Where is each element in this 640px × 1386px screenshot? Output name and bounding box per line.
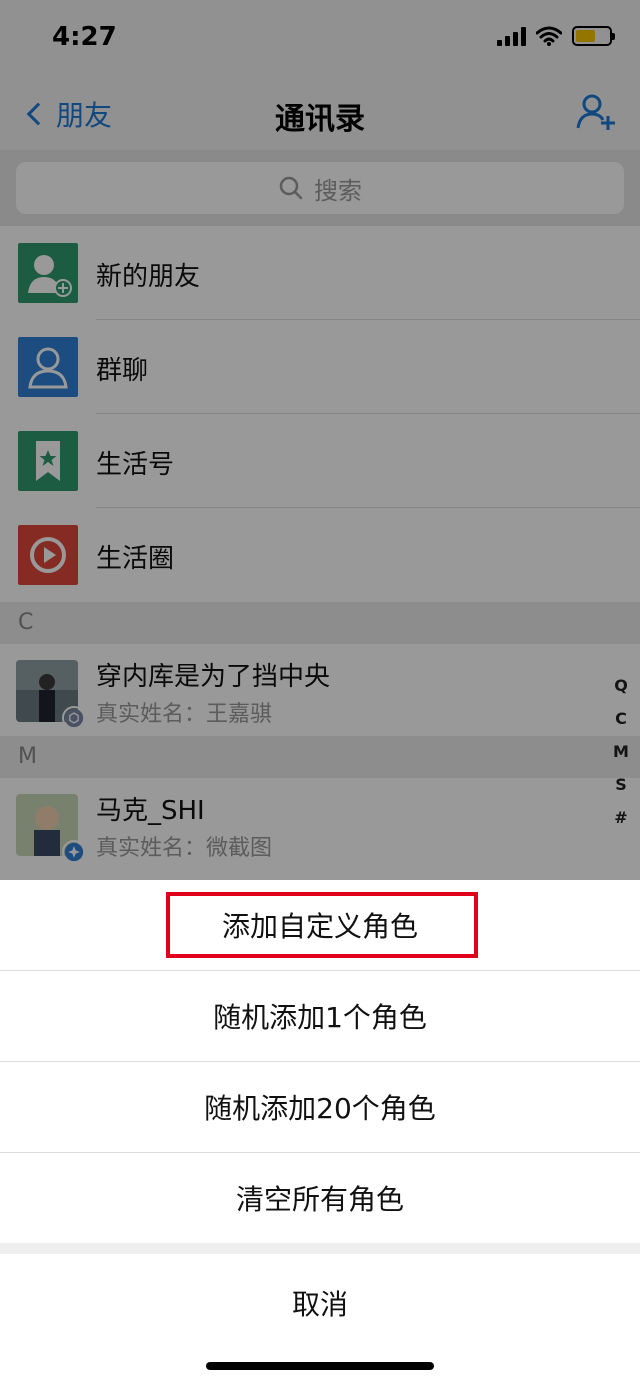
modal-backdrop[interactable] (0, 0, 640, 880)
home-indicator (206, 1362, 434, 1370)
random-add-one-button[interactable]: 随机添加1个角色 (0, 971, 640, 1061)
contacts-screen: 4:27 朋友 通讯录 搜索 新的朋友 群聊 生活号 生活圈 C 穿内库是为了挡… (0, 0, 640, 1386)
clear-all-roles-button[interactable]: 清空所有角色 (0, 1153, 640, 1243)
option-label: 随机添加20个角色 (204, 1092, 436, 1125)
highlight-box (166, 892, 478, 958)
random-add-twenty-button[interactable]: 随机添加20个角色 (0, 1062, 640, 1152)
cancel-label: 取消 (291, 1288, 348, 1321)
add-custom-role-button[interactable]: 添加自定义角色 (0, 880, 640, 970)
action-sheet: 添加自定义角色 随机添加1个角色 随机添加20个角色 清空所有角色 取消 (0, 880, 640, 1386)
option-label: 清空所有角色 (235, 1183, 404, 1216)
cancel-button[interactable]: 取消 (0, 1254, 640, 1352)
option-label: 随机添加1个角色 (213, 1001, 427, 1034)
